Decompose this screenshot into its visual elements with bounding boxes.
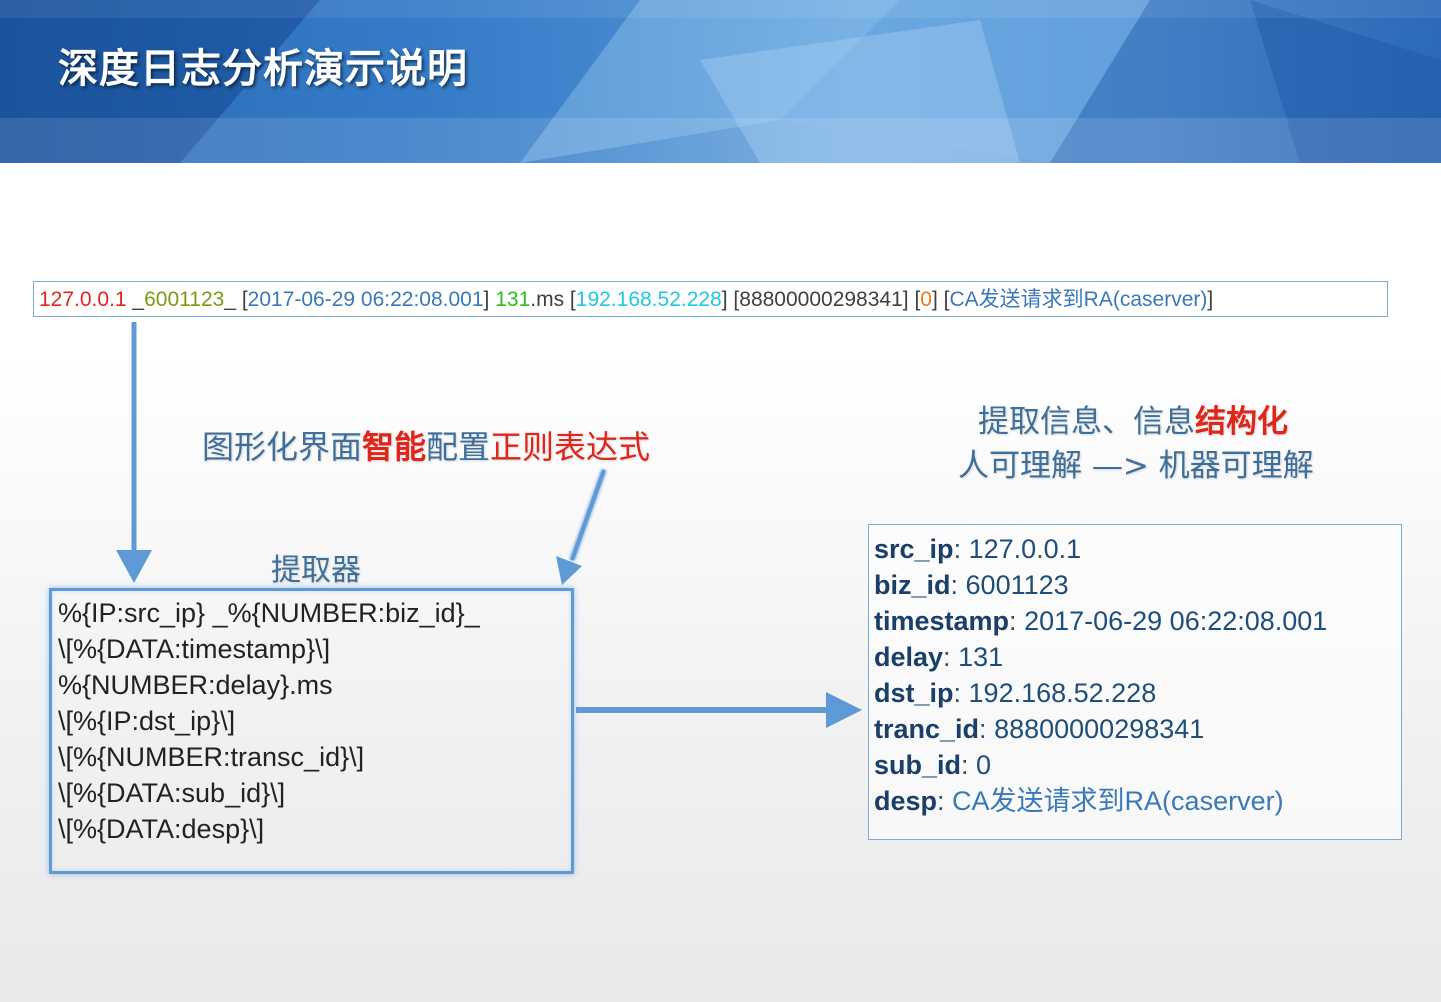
arrows-layer <box>116 322 862 728</box>
diagonal-arrow <box>556 469 607 585</box>
right-arrow <box>576 692 862 728</box>
down-arrow <box>116 322 152 583</box>
